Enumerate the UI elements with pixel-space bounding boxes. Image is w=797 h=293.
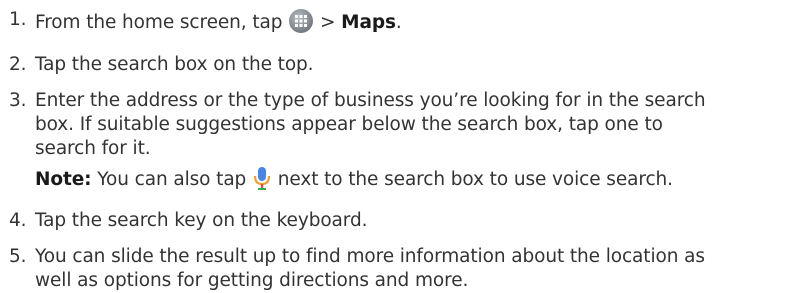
- step-number: 2.: [9, 54, 27, 75]
- step-text-line-1: Enter the address or the type of busines…: [35, 90, 706, 111]
- step-text-line-2: box. If suitable suggestions appear belo…: [35, 114, 663, 135]
- step-text: From the home screen, tap: [35, 12, 283, 33]
- step-number: 1.: [9, 9, 27, 30]
- microphone-icon: [252, 165, 272, 198]
- note: Note: You can also tap next to the searc…: [35, 165, 789, 198]
- step-1: 1. From the home screen, tap > Maps.: [9, 8, 789, 41]
- step-number: 4.: [9, 210, 27, 231]
- step-3: 3. Enter the address or the type of busi…: [9, 89, 789, 198]
- step-text-line-3: search for it.: [35, 138, 151, 159]
- step-text: Tap the search key on the keyboard.: [35, 210, 368, 231]
- step-number: 5.: [9, 246, 27, 267]
- note-label: Note:: [35, 169, 92, 190]
- maps-label: Maps: [341, 12, 396, 33]
- step-2: 2. Tap the search box on the top.: [9, 53, 789, 77]
- apps-grid-icon: [288, 8, 314, 41]
- step-5: 5. You can slide the result up to find m…: [9, 245, 789, 293]
- note-text-end: next to the search box to use voice sear…: [277, 169, 673, 190]
- step-text: Tap the search box on the top.: [35, 54, 314, 75]
- instruction-steps: 1. From the home screen, tap > Maps. 2. …: [9, 0, 789, 293]
- period: .: [395, 12, 402, 33]
- step-text-line-1: You can slide the result up to find more…: [35, 246, 705, 267]
- step-text-line-2: well as options for getting directions a…: [35, 270, 469, 291]
- separator: >: [314, 12, 342, 33]
- step-number: 3.: [9, 90, 27, 111]
- note-text: You can also tap: [97, 169, 247, 190]
- step-4: 4. Tap the search key on the keyboard.: [9, 209, 789, 233]
